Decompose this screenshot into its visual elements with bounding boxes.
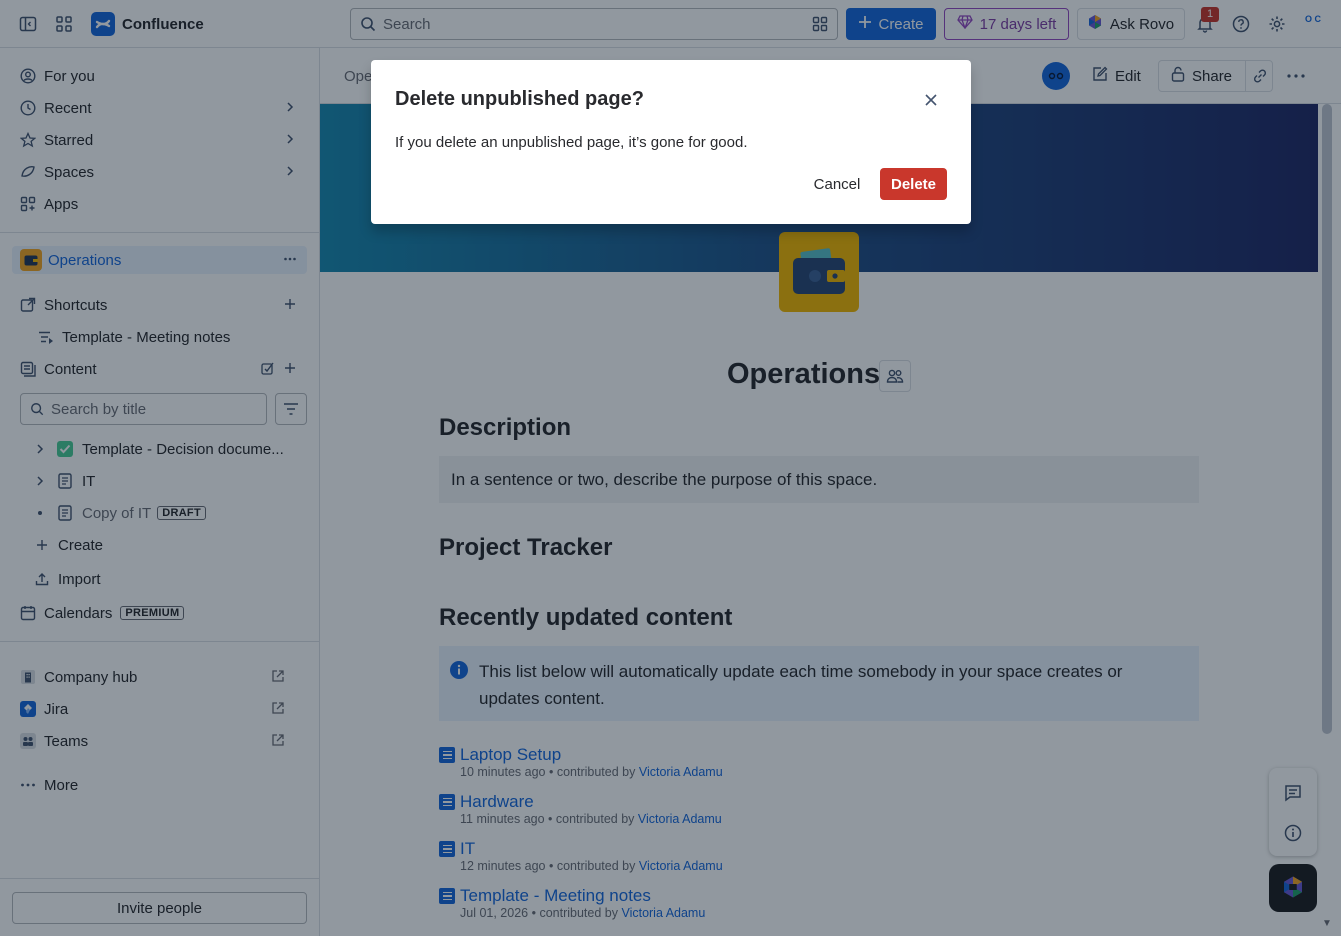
delete-page-dialog: Delete unpublished page? If you delete a… xyxy=(371,60,971,224)
dialog-body-text: If you delete an unpublished page, it’s … xyxy=(395,134,748,151)
dialog-title: Delete unpublished page? xyxy=(395,88,644,110)
close-icon[interactable] xyxy=(919,88,943,112)
delete-button[interactable]: Delete xyxy=(880,168,947,200)
cancel-button[interactable]: Cancel xyxy=(801,168,873,200)
